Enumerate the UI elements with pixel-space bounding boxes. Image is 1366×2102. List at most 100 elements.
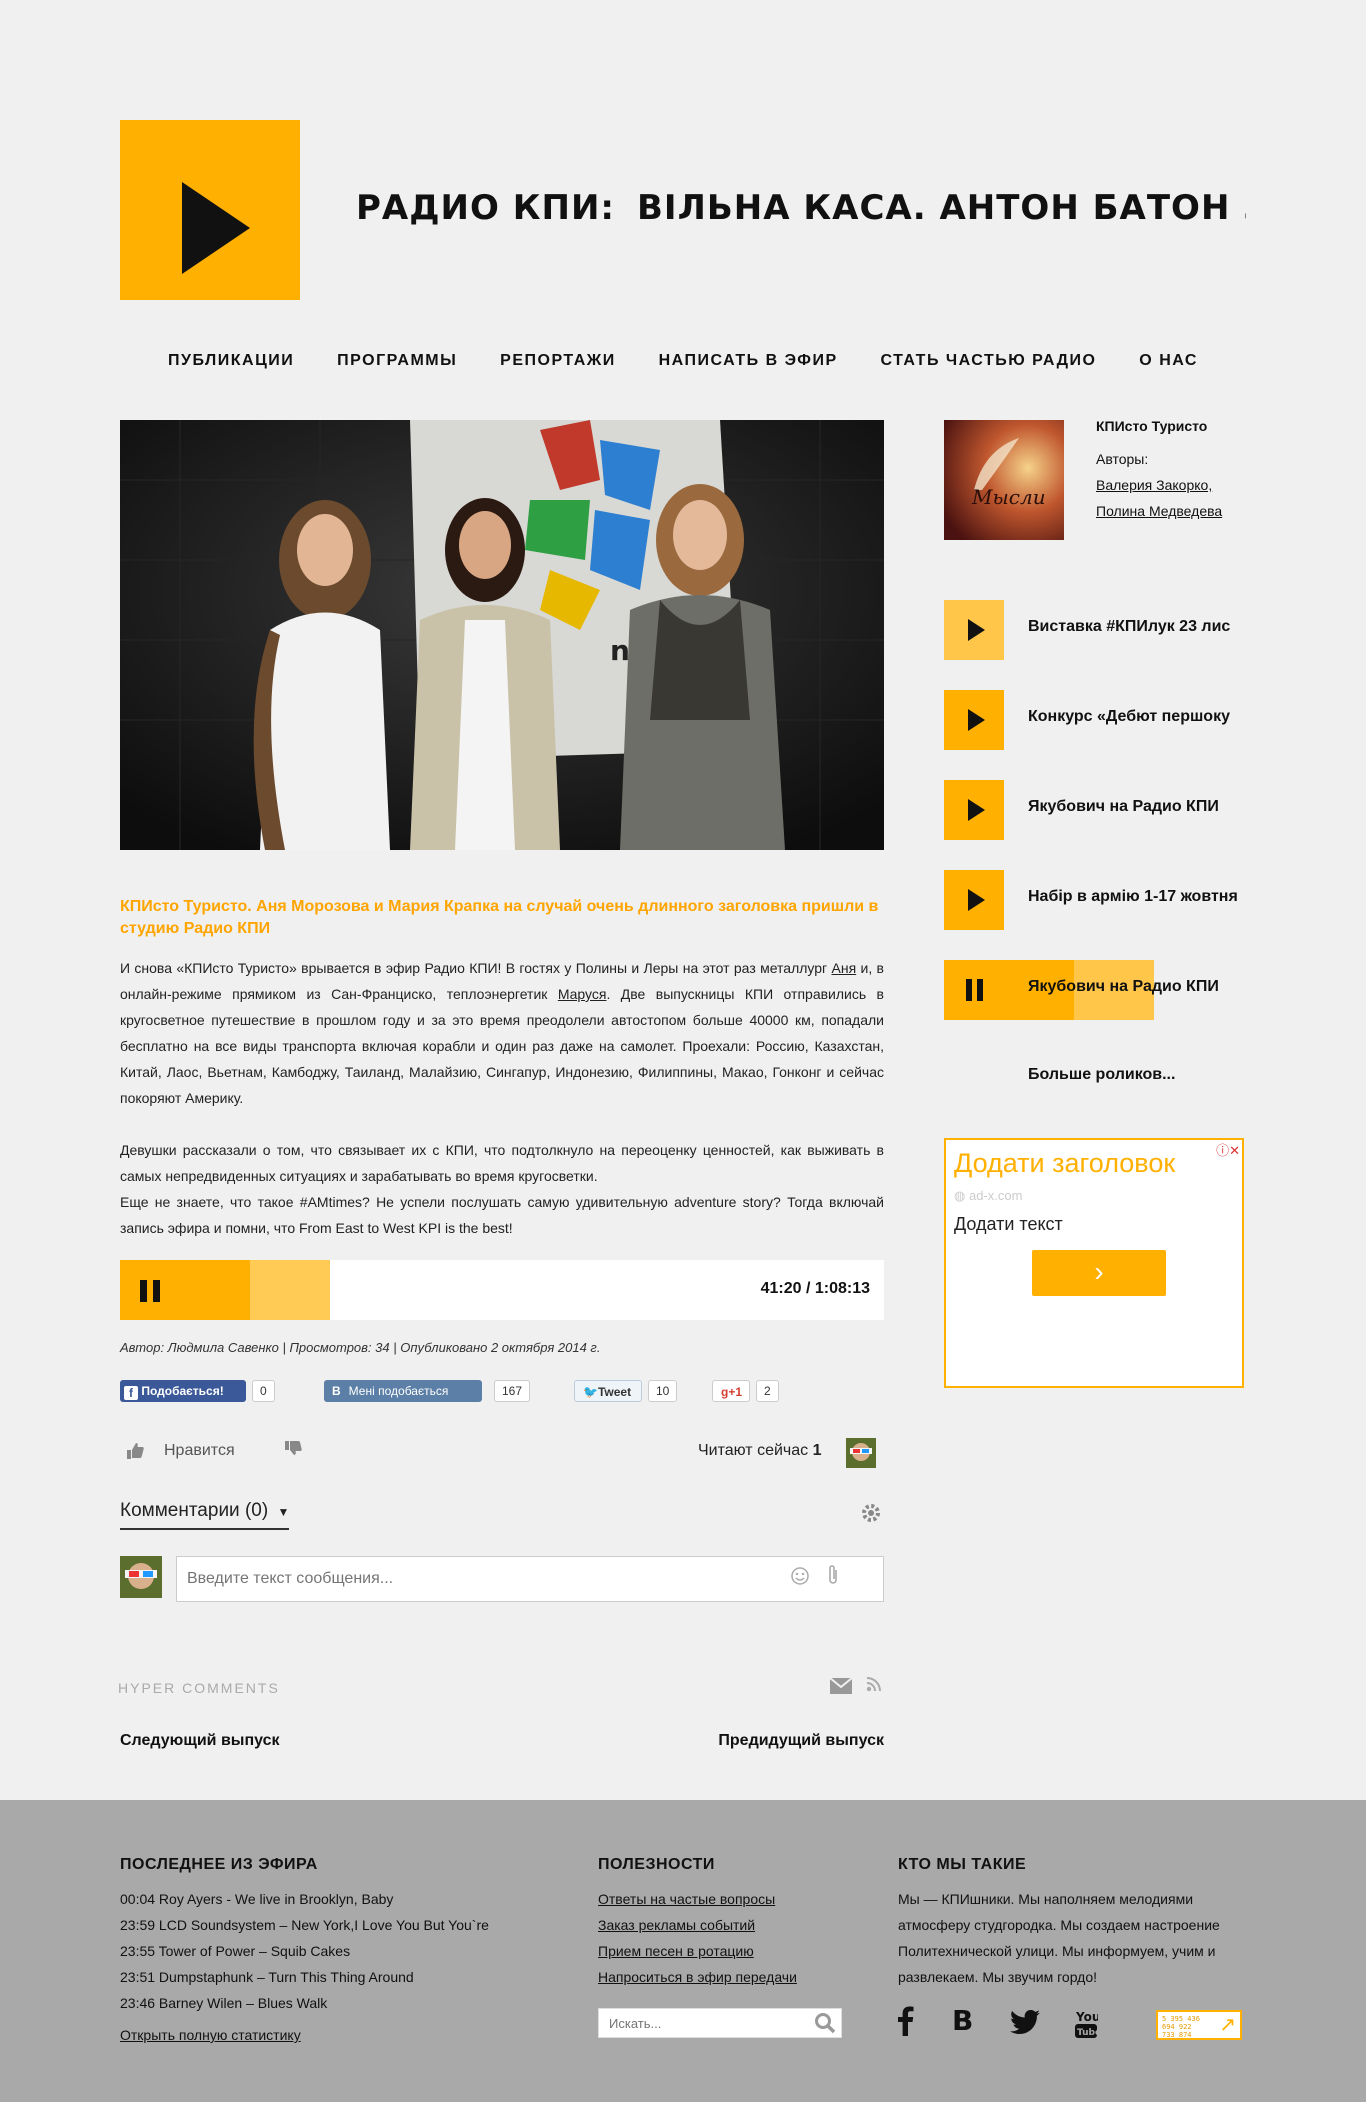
svg-text:You: You (1075, 2010, 1098, 2024)
footer-recent-title: ПОСЛЕДНЕЕ ИЗ ЭФИРА (120, 1856, 318, 1873)
nav-publications[interactable]: ПУБЛИКАЦИИ (168, 352, 294, 376)
ad-order-link[interactable]: Заказ рекламы событий (598, 1912, 797, 1938)
nav-about[interactable]: О НАС (1139, 352, 1198, 376)
more-videos-link[interactable]: Больше роликов... (1028, 1066, 1175, 1084)
footer: ПОСЛЕДНЕЕ ИЗ ЭФИРА 00:04 Roy Ayers - We … (0, 1800, 1366, 2102)
youtube-icon[interactable]: You Tube (1074, 2008, 1101, 2045)
article-meta: Автор: Людмила Савенко | Просмотров: 34 … (120, 1340, 601, 1355)
tweet-button[interactable]: 🐦Tweet (574, 1380, 642, 1402)
pause-icon[interactable] (140, 1280, 160, 1302)
pause-icon[interactable] (944, 960, 1004, 1020)
article-body: И снова «КПИсто Туристо» врывается в эфи… (120, 955, 884, 1241)
station-name: РАДИО КПИ: (356, 188, 616, 228)
sidebar-track[interactable]: Набір в армію 1-17 жовтня (944, 870, 1244, 930)
recent-tracks-list: 00:04 Roy Ayers - We live in Brooklyn, B… (120, 1886, 489, 2048)
vk-like-button[interactable]: В Мені подобається (324, 1380, 482, 1402)
request-air-link[interactable]: Напроситься в эфир передачи (598, 1964, 797, 1990)
svg-text:Мысли: Мысли (971, 485, 1046, 509)
footer-about-title: КТО МЫ ТАКИЕ (898, 1856, 1027, 1873)
next-episode-link[interactable]: Следующий выпуск (120, 1732, 280, 1750)
visit-counter[interactable]: 5 395 436 694 922 733 874 ↗ (1156, 2010, 1242, 2040)
featured-title[interactable]: КПИсто Туристо (1096, 418, 1207, 434)
nav-reports[interactable]: РЕПОРТАЖИ (500, 352, 616, 376)
now-playing-marquee: РАДИО КПИ: ВІЛЬНА КАСА. АНТОН БАТОН З МІС (356, 188, 1246, 234)
sidebar-track[interactable]: Якубович на Радио КПИ (944, 780, 1244, 840)
hypercomments-brand[interactable]: HYPER COMMENTS (118, 1680, 280, 1696)
recent-track: 00:04 Roy Ayers - We live in Brooklyn, B… (120, 1891, 394, 1907)
comment-input[interactable] (176, 1556, 884, 1602)
ad-text: Додати текст (954, 1214, 1063, 1234)
facebook-icon: f (124, 1386, 138, 1400)
recent-track: 23:55 Tower of Power – Squib Cakes (120, 1943, 351, 1959)
mail-icon[interactable] (829, 1677, 853, 1699)
arrow-icon: ↗ (1219, 2012, 1236, 2036)
useful-links: Ответы на частые вопросы Заказ рекламы с… (598, 1886, 797, 1990)
ad-button[interactable]: › (1032, 1250, 1166, 1296)
facebook-count: 0 (252, 1380, 275, 1402)
about-text: Мы — КПИшники. Мы наполняем мелодиями ат… (898, 1891, 1220, 1985)
full-stats-link[interactable]: Открыть полную статистику (120, 2022, 489, 2048)
sidebar-track-active[interactable]: Якубович на Радио КПИ (944, 960, 1244, 1020)
ad-url: ◍ ad-x.com (954, 1188, 1023, 1203)
play-logo-button[interactable] (120, 120, 300, 300)
ad-headline[interactable]: Додати заголовок (954, 1148, 1175, 1179)
player-buffer (250, 1260, 330, 1320)
facebook-like-button[interactable]: f Подобається! (120, 1380, 246, 1402)
sidebar-track[interactable]: Виставка #КПИлук 23 лис (944, 600, 1244, 660)
facebook-icon[interactable] (898, 2006, 914, 2041)
google-plus-count: 2 (756, 1380, 779, 1402)
featured-authors: Авторы: Валерия Закорко, Полина Медведев… (1096, 446, 1222, 524)
song-rotation-link[interactable]: Прием песен в ротацию (598, 1938, 797, 1964)
author-link-anya[interactable]: Аня (832, 960, 857, 976)
featured-cover[interactable]: Мысли (944, 420, 1064, 540)
nav-write-on-air[interactable]: НАПИСАТЬ В ЭФИР (659, 352, 838, 376)
chevron-down-icon: ▼ (277, 1505, 290, 1519)
search-input[interactable] (598, 2008, 842, 2038)
main-nav: ПУБЛИКАЦИИ ПРОГРАММЫ РЕПОРТАЖИ НАПИСАТЬ … (120, 352, 1246, 376)
article-paragraph: Еще не знаете, что такое #AMtimes? Не ус… (120, 1194, 884, 1236)
comments-tab[interactable]: Комментарии (0) ▼ (120, 1500, 290, 1530)
footer-useful-title: ПОЛЕЗНОСТИ (598, 1856, 715, 1873)
play-icon[interactable] (944, 870, 1004, 930)
player-time: 41:20 / 1:08:13 (760, 1280, 870, 1297)
faq-link[interactable]: Ответы на частые вопросы (598, 1886, 797, 1912)
play-icon (182, 182, 250, 274)
user-avatar[interactable] (120, 1556, 162, 1598)
globe-icon: ◍ (954, 1188, 966, 1203)
likes-row: Нравится Читают сейчас 1 (126, 1438, 884, 1470)
tweet-count: 10 (648, 1380, 678, 1402)
smiley-icon[interactable] (790, 1566, 810, 1591)
article-title: КПИсто Туристо. Аня Морозова и Мария Кра… (120, 898, 879, 937)
nav-join-radio[interactable]: СТАТЬ ЧАСТЬЮ РАДИО (880, 352, 1096, 376)
audio-player[interactable]: 41:20 / 1:08:13 (120, 1260, 884, 1320)
article-paragraph: Девушки рассказали о том, что связывает … (120, 1142, 884, 1184)
recent-track: 23:51 Dumpstaphunk – Turn This Thing Aro… (120, 1969, 414, 1985)
recent-track: 23:59 LCD Soundsystem – New York,I Love … (120, 1917, 489, 1933)
play-icon[interactable] (944, 780, 1004, 840)
vk-icon[interactable]: В (952, 2006, 973, 2036)
reader-avatar[interactable] (846, 1438, 876, 1468)
gear-icon[interactable] (860, 1502, 882, 1529)
author-link-marusya[interactable]: Маруся (558, 986, 607, 1002)
rss-icon[interactable] (866, 1676, 882, 1697)
search-icon[interactable] (814, 2012, 836, 2039)
sidebar-track[interactable]: Конкурс «Дебют першоку (944, 690, 1244, 750)
previous-episode-link[interactable]: Предидущий выпуск (718, 1732, 884, 1750)
ad-block[interactable]: ⓘ✕ Додати заголовок ◍ ad-x.com Додати те… (944, 1138, 1244, 1388)
play-icon[interactable] (944, 690, 1004, 750)
close-icon[interactable]: ⓘ✕ (1216, 1140, 1240, 1159)
thumbs-up-icon[interactable] (126, 1442, 144, 1465)
attachment-icon[interactable] (826, 1564, 840, 1591)
author-link[interactable]: Полина Медведева (1096, 498, 1222, 524)
svg-text:Tube: Tube (1077, 2028, 1098, 2038)
author-link[interactable]: Валерия Закорко, (1096, 472, 1222, 498)
article-photo: nt.k (120, 420, 884, 850)
reading-now-label: Читают сейчас 1 (698, 1442, 822, 1459)
google-plus-button[interactable]: g+1 (712, 1380, 750, 1402)
twitter-icon: 🐦 (583, 1385, 598, 1399)
twitter-icon[interactable] (1010, 2009, 1040, 2039)
thumbs-down-icon[interactable] (284, 1440, 302, 1463)
like-label[interactable]: Нравится (164, 1442, 235, 1460)
play-icon[interactable] (944, 600, 1004, 660)
nav-programs[interactable]: ПРОГРАММЫ (337, 352, 457, 376)
